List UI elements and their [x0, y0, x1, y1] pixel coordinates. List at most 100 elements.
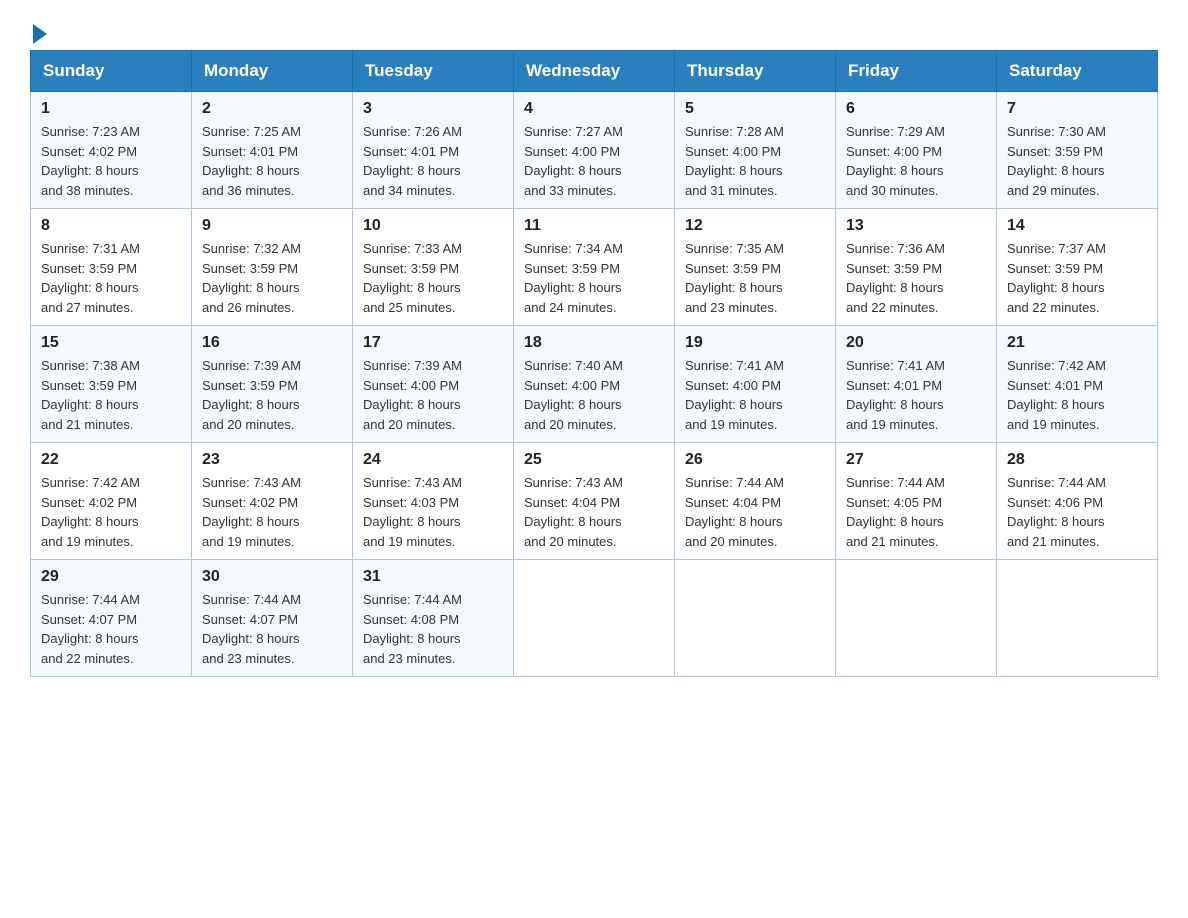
column-header-tuesday: Tuesday [353, 51, 514, 92]
calendar-cell: 15 Sunrise: 7:38 AM Sunset: 3:59 PM Dayl… [31, 326, 192, 443]
day-number: 18 [524, 334, 664, 352]
column-header-sunday: Sunday [31, 51, 192, 92]
calendar-cell: 20 Sunrise: 7:41 AM Sunset: 4:01 PM Dayl… [836, 326, 997, 443]
calendar-cell: 4 Sunrise: 7:27 AM Sunset: 4:00 PM Dayli… [514, 92, 675, 209]
day-number: 20 [846, 334, 986, 352]
day-info: Sunrise: 7:43 AM Sunset: 4:03 PM Dayligh… [363, 473, 503, 551]
day-number: 4 [524, 100, 664, 118]
day-info: Sunrise: 7:33 AM Sunset: 3:59 PM Dayligh… [363, 239, 503, 317]
day-info: Sunrise: 7:39 AM Sunset: 4:00 PM Dayligh… [363, 356, 503, 434]
day-number: 7 [1007, 100, 1147, 118]
day-info: Sunrise: 7:37 AM Sunset: 3:59 PM Dayligh… [1007, 239, 1147, 317]
calendar-cell: 28 Sunrise: 7:44 AM Sunset: 4:06 PM Dayl… [997, 443, 1158, 560]
calendar-cell: 21 Sunrise: 7:42 AM Sunset: 4:01 PM Dayl… [997, 326, 1158, 443]
calendar-cell: 1 Sunrise: 7:23 AM Sunset: 4:02 PM Dayli… [31, 92, 192, 209]
calendar-cell: 14 Sunrise: 7:37 AM Sunset: 3:59 PM Dayl… [997, 209, 1158, 326]
day-info: Sunrise: 7:42 AM Sunset: 4:02 PM Dayligh… [41, 473, 181, 551]
logo-arrow-icon [33, 24, 47, 44]
day-number: 23 [202, 451, 342, 469]
calendar-week-row: 8 Sunrise: 7:31 AM Sunset: 3:59 PM Dayli… [31, 209, 1158, 326]
day-info: Sunrise: 7:44 AM Sunset: 4:08 PM Dayligh… [363, 590, 503, 668]
day-number: 14 [1007, 217, 1147, 235]
day-number: 12 [685, 217, 825, 235]
calendar-cell: 5 Sunrise: 7:28 AM Sunset: 4:00 PM Dayli… [675, 92, 836, 209]
day-info: Sunrise: 7:41 AM Sunset: 4:01 PM Dayligh… [846, 356, 986, 434]
day-number: 11 [524, 217, 664, 235]
calendar-cell: 2 Sunrise: 7:25 AM Sunset: 4:01 PM Dayli… [192, 92, 353, 209]
calendar-cell: 3 Sunrise: 7:26 AM Sunset: 4:01 PM Dayli… [353, 92, 514, 209]
day-number: 22 [41, 451, 181, 469]
day-number: 2 [202, 100, 342, 118]
day-number: 15 [41, 334, 181, 352]
calendar-cell [836, 560, 997, 677]
calendar-header-row: SundayMondayTuesdayWednesdayThursdayFrid… [31, 51, 1158, 92]
day-number: 6 [846, 100, 986, 118]
day-info: Sunrise: 7:44 AM Sunset: 4:06 PM Dayligh… [1007, 473, 1147, 551]
day-info: Sunrise: 7:23 AM Sunset: 4:02 PM Dayligh… [41, 122, 181, 200]
calendar-cell: 30 Sunrise: 7:44 AM Sunset: 4:07 PM Dayl… [192, 560, 353, 677]
day-info: Sunrise: 7:35 AM Sunset: 3:59 PM Dayligh… [685, 239, 825, 317]
column-header-monday: Monday [192, 51, 353, 92]
day-number: 5 [685, 100, 825, 118]
calendar-cell: 7 Sunrise: 7:30 AM Sunset: 3:59 PM Dayli… [997, 92, 1158, 209]
day-info: Sunrise: 7:36 AM Sunset: 3:59 PM Dayligh… [846, 239, 986, 317]
day-info: Sunrise: 7:31 AM Sunset: 3:59 PM Dayligh… [41, 239, 181, 317]
calendar-cell: 18 Sunrise: 7:40 AM Sunset: 4:00 PM Dayl… [514, 326, 675, 443]
calendar-cell: 9 Sunrise: 7:32 AM Sunset: 3:59 PM Dayli… [192, 209, 353, 326]
calendar-cell: 25 Sunrise: 7:43 AM Sunset: 4:04 PM Dayl… [514, 443, 675, 560]
calendar-cell: 31 Sunrise: 7:44 AM Sunset: 4:08 PM Dayl… [353, 560, 514, 677]
day-number: 27 [846, 451, 986, 469]
calendar-cell: 12 Sunrise: 7:35 AM Sunset: 3:59 PM Dayl… [675, 209, 836, 326]
day-number: 25 [524, 451, 664, 469]
column-header-friday: Friday [836, 51, 997, 92]
day-info: Sunrise: 7:40 AM Sunset: 4:00 PM Dayligh… [524, 356, 664, 434]
calendar-cell: 22 Sunrise: 7:42 AM Sunset: 4:02 PM Dayl… [31, 443, 192, 560]
day-number: 29 [41, 568, 181, 586]
calendar-cell: 8 Sunrise: 7:31 AM Sunset: 3:59 PM Dayli… [31, 209, 192, 326]
calendar-cell: 23 Sunrise: 7:43 AM Sunset: 4:02 PM Dayl… [192, 443, 353, 560]
day-number: 19 [685, 334, 825, 352]
day-number: 8 [41, 217, 181, 235]
logo [30, 20, 47, 40]
calendar-cell: 19 Sunrise: 7:41 AM Sunset: 4:00 PM Dayl… [675, 326, 836, 443]
calendar-cell [514, 560, 675, 677]
day-info: Sunrise: 7:29 AM Sunset: 4:00 PM Dayligh… [846, 122, 986, 200]
day-number: 31 [363, 568, 503, 586]
day-info: Sunrise: 7:42 AM Sunset: 4:01 PM Dayligh… [1007, 356, 1147, 434]
calendar-cell: 17 Sunrise: 7:39 AM Sunset: 4:00 PM Dayl… [353, 326, 514, 443]
day-info: Sunrise: 7:44 AM Sunset: 4:07 PM Dayligh… [41, 590, 181, 668]
day-info: Sunrise: 7:44 AM Sunset: 4:07 PM Dayligh… [202, 590, 342, 668]
calendar-week-row: 1 Sunrise: 7:23 AM Sunset: 4:02 PM Dayli… [31, 92, 1158, 209]
calendar-cell: 24 Sunrise: 7:43 AM Sunset: 4:03 PM Dayl… [353, 443, 514, 560]
day-info: Sunrise: 7:44 AM Sunset: 4:04 PM Dayligh… [685, 473, 825, 551]
day-info: Sunrise: 7:39 AM Sunset: 3:59 PM Dayligh… [202, 356, 342, 434]
page-header [30, 20, 1158, 40]
day-info: Sunrise: 7:43 AM Sunset: 4:02 PM Dayligh… [202, 473, 342, 551]
day-number: 9 [202, 217, 342, 235]
calendar-cell: 6 Sunrise: 7:29 AM Sunset: 4:00 PM Dayli… [836, 92, 997, 209]
day-info: Sunrise: 7:38 AM Sunset: 3:59 PM Dayligh… [41, 356, 181, 434]
calendar-cell: 29 Sunrise: 7:44 AM Sunset: 4:07 PM Dayl… [31, 560, 192, 677]
day-info: Sunrise: 7:25 AM Sunset: 4:01 PM Dayligh… [202, 122, 342, 200]
day-info: Sunrise: 7:26 AM Sunset: 4:01 PM Dayligh… [363, 122, 503, 200]
column-header-saturday: Saturday [997, 51, 1158, 92]
day-info: Sunrise: 7:32 AM Sunset: 3:59 PM Dayligh… [202, 239, 342, 317]
calendar-cell: 26 Sunrise: 7:44 AM Sunset: 4:04 PM Dayl… [675, 443, 836, 560]
calendar-cell: 16 Sunrise: 7:39 AM Sunset: 3:59 PM Dayl… [192, 326, 353, 443]
calendar-week-row: 22 Sunrise: 7:42 AM Sunset: 4:02 PM Dayl… [31, 443, 1158, 560]
calendar-cell [675, 560, 836, 677]
calendar-week-row: 29 Sunrise: 7:44 AM Sunset: 4:07 PM Dayl… [31, 560, 1158, 677]
day-info: Sunrise: 7:27 AM Sunset: 4:00 PM Dayligh… [524, 122, 664, 200]
day-info: Sunrise: 7:41 AM Sunset: 4:00 PM Dayligh… [685, 356, 825, 434]
calendar-table: SundayMondayTuesdayWednesdayThursdayFrid… [30, 50, 1158, 677]
calendar-cell: 13 Sunrise: 7:36 AM Sunset: 3:59 PM Dayl… [836, 209, 997, 326]
day-number: 26 [685, 451, 825, 469]
calendar-cell: 10 Sunrise: 7:33 AM Sunset: 3:59 PM Dayl… [353, 209, 514, 326]
day-number: 13 [846, 217, 986, 235]
calendar-cell: 11 Sunrise: 7:34 AM Sunset: 3:59 PM Dayl… [514, 209, 675, 326]
day-number: 24 [363, 451, 503, 469]
day-info: Sunrise: 7:34 AM Sunset: 3:59 PM Dayligh… [524, 239, 664, 317]
day-number: 16 [202, 334, 342, 352]
day-number: 30 [202, 568, 342, 586]
day-info: Sunrise: 7:28 AM Sunset: 4:00 PM Dayligh… [685, 122, 825, 200]
